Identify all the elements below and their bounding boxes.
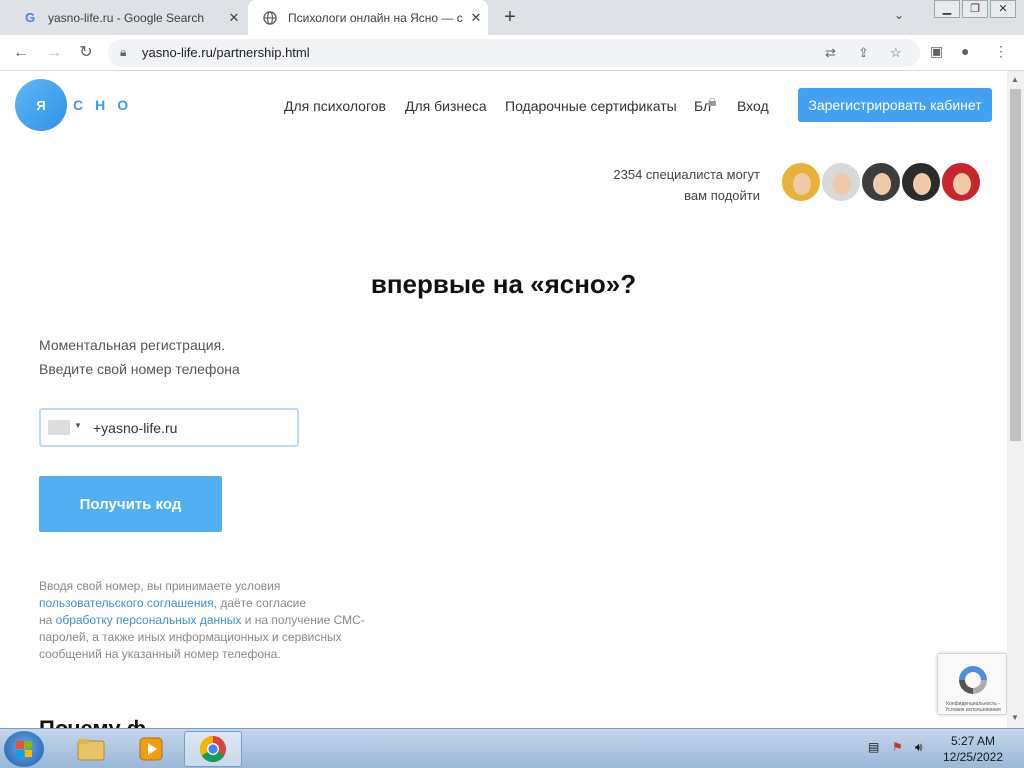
phone-input[interactable]: ▼ +yasno-life.ru	[39, 408, 299, 447]
page-title: впервые на «ясно»?	[370, 269, 637, 299]
section-heading: Почему ф	[39, 716, 146, 728]
scrollbar-thumb[interactable]	[1010, 89, 1021, 441]
nav-for-business[interactable]: Для бизнеса	[405, 98, 487, 114]
folder-icon	[77, 739, 105, 761]
registration-intro: Моментальная регистрация. Введите свой н…	[39, 337, 240, 377]
address-bar[interactable]: 🔒︎ yasno-life.ru/partnership.html ⇄ ⇪ ☆	[108, 39, 920, 67]
tab-title: Психологи онлайн на Ясно — с	[288, 10, 463, 25]
translate-icon[interactable]: ⇄	[825, 45, 836, 61]
avatar[interactable]	[820, 161, 862, 203]
close-icon[interactable]: ✕	[464, 10, 488, 26]
windows-logo-icon	[16, 741, 32, 757]
minimize-icon[interactable]: ▁	[934, 0, 960, 18]
system-clock[interactable]: 5:27 AM 12/25/2022	[938, 733, 1008, 765]
reload-icon[interactable]: ↻	[74, 41, 98, 65]
back-arrow-icon[interactable]: ←	[9, 41, 33, 65]
clock-date: 12/25/2022	[942, 750, 1004, 764]
lock-icon: 🔒︎	[120, 45, 127, 59]
tab-title: yasno-life.ru - Google Search	[48, 10, 205, 25]
scroll-down-icon[interactable]: ▼	[1011, 713, 1019, 722]
recaptcha-text: Конфиденциальность - Условия использован…	[945, 701, 1001, 713]
lock-icon: 🔒︎	[708, 93, 717, 110]
clock-time: 5:27 AM	[950, 734, 996, 748]
nav-gift-certificates[interactable]: Подарочные сертификаты	[505, 98, 677, 114]
tab-yasno[interactable]: Психологи онлайн на Ясно — с ✕	[248, 0, 488, 35]
star-icon[interactable]: ☆	[890, 45, 902, 61]
tab-strip: G yasno-life.ru - Google Search ✕ Психол…	[0, 0, 1024, 35]
terms-text: Вводя свой номер, вы принимаете условия …	[39, 579, 365, 661]
chevron-down-icon[interactable]: ▼	[74, 421, 82, 430]
recaptcha-badge[interactable]: Конфиденциальность - Условия использован…	[937, 653, 1007, 715]
scroll-up-icon[interactable]: ▲	[1011, 75, 1019, 84]
nav-for-psychologists[interactable]: Для психологов	[284, 98, 386, 114]
tab-google-search[interactable]: G yasno-life.ru - Google Search ✕	[8, 0, 246, 35]
forward-arrow-icon[interactable]: →	[42, 41, 66, 65]
recaptcha-icon	[959, 666, 987, 694]
logo-text: СНО	[73, 97, 141, 113]
side-panel-icon[interactable]: ▣	[930, 43, 943, 60]
flag-alert-icon[interactable]: ⚑	[892, 740, 903, 754]
avatar[interactable]	[860, 161, 902, 203]
register-cabinet-button[interactable]: Зарегистрировать кабинет	[798, 88, 992, 122]
nav-login[interactable]: Вход	[737, 98, 769, 114]
avatar[interactable]	[780, 161, 822, 203]
specialist-avatars	[780, 161, 982, 203]
country-flag-icon[interactable]	[48, 420, 70, 435]
explorer-taskbar-button[interactable]	[62, 731, 120, 767]
new-tab-button[interactable]: +	[498, 6, 522, 30]
avatar[interactable]	[940, 161, 982, 203]
personal-data-link[interactable]: обработку персональных данных	[56, 613, 242, 627]
avatar[interactable]	[900, 161, 942, 203]
chrome-icon	[199, 735, 226, 763]
browser-toolbar: ← → ↻ 🔒︎ yasno-life.ru/partnership.html …	[0, 35, 1024, 71]
taskbar: ▤ ⚑ 🔊︎ 5:27 AM 12/25/2022	[0, 728, 1024, 768]
page-content: Я СНО Для психологов Для бизнеса Подароч…	[0, 71, 1007, 728]
menu-icon[interactable]: ⋮	[994, 43, 1008, 60]
window-controls: ▁ ❐ ✕	[932, 0, 1016, 18]
get-code-button[interactable]: Получить код	[39, 476, 222, 532]
close-window-icon[interactable]: ✕	[990, 0, 1016, 18]
network-icon[interactable]: ▤	[868, 740, 879, 754]
logo-circle: Я	[15, 79, 67, 131]
restore-icon[interactable]: ❐	[962, 0, 988, 18]
start-button[interactable]	[4, 731, 44, 767]
chrome-taskbar-button[interactable]	[184, 731, 242, 767]
media-player-taskbar-button[interactable]	[122, 731, 180, 767]
site-logo[interactable]: Я СНО	[15, 79, 140, 131]
user-agreement-link[interactable]: пользовательского соглашения	[39, 596, 214, 610]
media-player-icon	[139, 737, 163, 761]
share-icon[interactable]: ⇪	[858, 45, 869, 61]
tab-search-icon[interactable]: ⌄	[894, 8, 904, 22]
url-text: yasno-life.ru/partnership.html	[142, 45, 310, 60]
close-icon[interactable]: ✕	[222, 10, 246, 26]
specialists-count: 2354 специалиста могут вам подойти	[613, 167, 760, 203]
profile-icon[interactable]: ●	[961, 43, 969, 59]
phone-input-value: +yasno-life.ru	[93, 420, 178, 436]
google-icon: G	[24, 10, 36, 25]
volume-icon[interactable]: 🔊︎	[915, 740, 923, 755]
page-scrollbar[interactable]: ▲ ▼	[1007, 71, 1024, 728]
globe-icon	[262, 10, 278, 26]
